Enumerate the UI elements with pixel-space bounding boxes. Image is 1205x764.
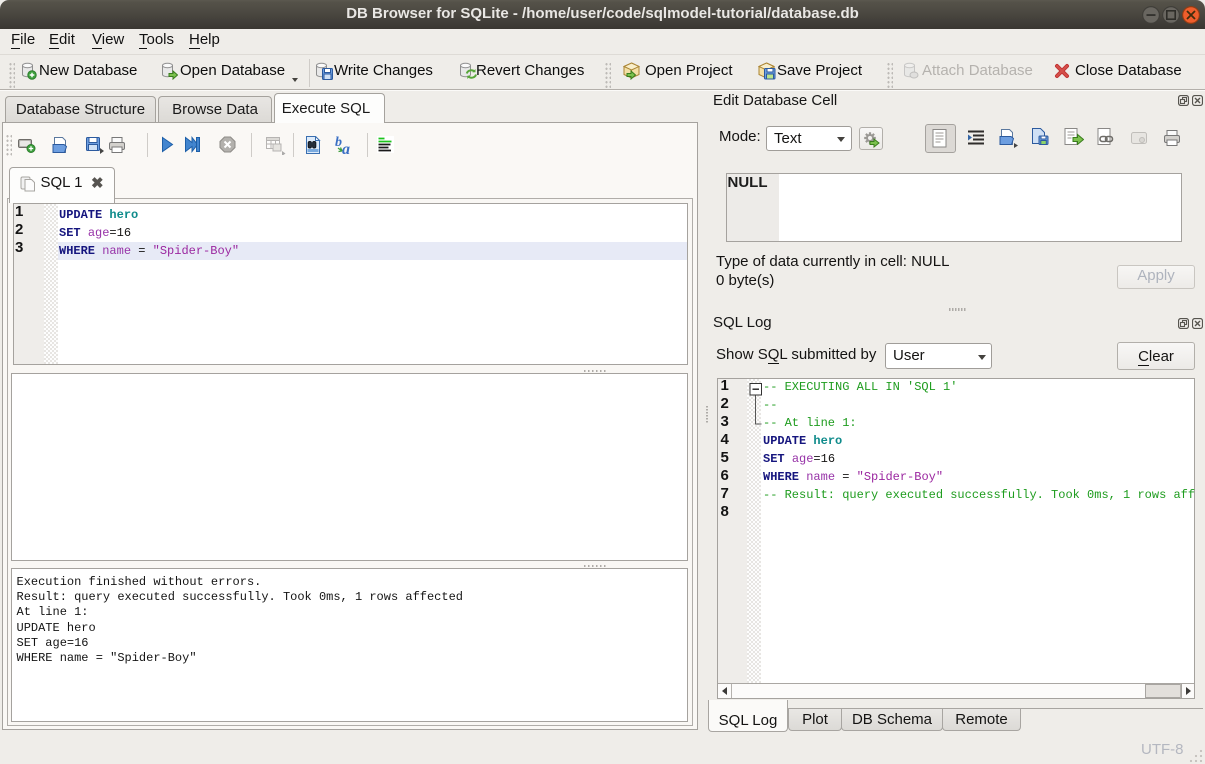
svg-text:a: a [342,141,350,155]
